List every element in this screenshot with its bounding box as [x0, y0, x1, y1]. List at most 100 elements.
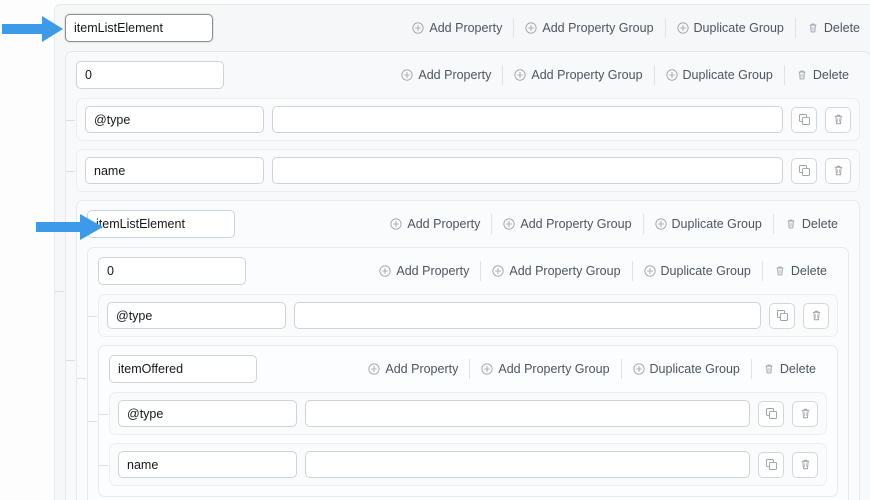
add-property-button-label: Add Property [396, 264, 470, 278]
duplicate-group-button[interactable]: Duplicate Group [631, 261, 762, 281]
duplicate-property-button[interactable] [758, 451, 784, 478]
plus-circle-icon [492, 265, 504, 277]
add-property-group-button-label: Add Property Group [498, 362, 610, 376]
tree-connector [66, 359, 75, 361]
property-key-input[interactable] [85, 106, 264, 133]
add-property-button-label: Add Property [385, 362, 459, 376]
delete-button[interactable]: Delete [772, 214, 849, 234]
delete-property-button[interactable] [792, 451, 818, 478]
add-property-button[interactable]: Add Property [390, 65, 502, 85]
add-property-group-button[interactable]: Add Property Group [513, 18, 664, 38]
property-group-key-input[interactable] [109, 355, 257, 383]
property-key-input[interactable] [118, 451, 297, 478]
trash-icon [765, 364, 773, 374]
tree-connector [99, 413, 108, 415]
add-property-group-button[interactable]: Add Property Group [491, 214, 642, 234]
trash-icon [834, 165, 842, 176]
plus-circle-icon [401, 69, 413, 81]
duplicate-property-button[interactable] [769, 302, 795, 329]
add-property-group-button[interactable]: Add Property Group [469, 359, 620, 379]
trash-icon [812, 310, 820, 321]
delete-button-label: Delete [790, 264, 827, 278]
plus-circle-icon [654, 218, 667, 230]
group-action-bar: Add Property Add Property Group Duplicate … [401, 18, 870, 38]
duplicate-group-button[interactable]: Duplicate Group [653, 65, 784, 85]
plus-circle-icon [390, 218, 402, 230]
add-property-group-button[interactable]: Add Property Group [480, 261, 631, 281]
plus-circle-icon [676, 22, 689, 34]
copy-icon [798, 165, 810, 176]
plus-circle-icon [503, 218, 515, 230]
add-property-button[interactable]: Add Property [401, 18, 513, 38]
property-group-children: Add Property Add Property Group Duplicate … [55, 51, 870, 500]
property-group-key-input[interactable] [98, 257, 246, 285]
duplicate-property-button[interactable] [791, 106, 817, 133]
property-key-input[interactable] [107, 302, 286, 329]
delete-button[interactable]: Delete [783, 65, 860, 85]
property-row [66, 98, 860, 141]
duplicate-property-button[interactable] [791, 157, 817, 184]
add-property-button[interactable]: Add Property [357, 359, 469, 379]
trash-icon [787, 219, 795, 229]
property-group: Add Property Add Property Group Duplicate … [54, 4, 870, 500]
property-group-key-input[interactable] [65, 14, 213, 42]
duplicate-group-button[interactable]: Duplicate Group [620, 359, 751, 379]
plus-circle-icon [525, 22, 537, 34]
group-action-bar: Add Property Add Property Group Duplicate … [357, 359, 827, 379]
duplicate-group-button-label: Duplicate Group [671, 217, 762, 231]
delete-property-button[interactable] [825, 157, 851, 184]
duplicate-group-button-label: Duplicate Group [682, 68, 773, 82]
property-row [88, 294, 838, 337]
add-property-group-button-label: Add Property Group [531, 68, 643, 82]
trash-icon [834, 114, 842, 125]
tree-connector [66, 119, 75, 121]
add-property-button-label: Add Property [429, 21, 503, 35]
delete-property-button[interactable] [825, 106, 851, 133]
property-group-header: Add Property Add Property Group Duplicate … [76, 60, 860, 90]
add-property-button[interactable]: Add Property [368, 261, 480, 281]
property-value-input[interactable] [305, 400, 750, 427]
add-property-button-label: Add Property [418, 68, 492, 82]
property-value-input[interactable] [305, 451, 750, 478]
duplicate-property-button[interactable] [758, 400, 784, 427]
property-group-children: Add Property Add Property Group Duplicate … [88, 294, 838, 497]
property-value-input[interactable] [272, 157, 783, 184]
delete-property-button[interactable] [803, 302, 829, 329]
duplicate-group-button-label: Duplicate Group [649, 362, 740, 376]
delete-button[interactable]: Delete [750, 359, 827, 379]
duplicate-group-button[interactable]: Duplicate Group [664, 18, 795, 38]
property-group-header: Add Property Add Property Group Duplicate … [98, 256, 838, 286]
delete-button[interactable]: Delete [761, 261, 838, 281]
property-value-input[interactable] [272, 106, 783, 133]
property-group-children: Add Property Add Property Group Duplicate … [77, 247, 849, 500]
delete-button-label: Delete [823, 21, 860, 35]
property-value-input[interactable] [294, 302, 761, 329]
property-group-header: Add Property Add Property Group Duplicate … [109, 354, 827, 384]
property-key-input[interactable] [118, 400, 297, 427]
duplicate-group-button-label: Duplicate Group [693, 21, 784, 35]
plus-circle-icon [481, 363, 493, 375]
tree-connector [66, 170, 75, 172]
plus-circle-icon [665, 69, 678, 81]
delete-property-button[interactable] [792, 400, 818, 427]
delete-button[interactable]: Delete [794, 18, 870, 38]
property-group-key-input[interactable] [76, 61, 224, 89]
plus-circle-icon [412, 22, 424, 34]
trash-icon [776, 266, 784, 276]
copy-icon [798, 114, 810, 125]
property-group-children: Add Property Add Property Group Duplicate … [66, 98, 860, 500]
trash-icon [809, 23, 817, 33]
add-property-button[interactable]: Add Property [379, 214, 491, 234]
plus-circle-icon [643, 265, 656, 277]
tree-connector [88, 421, 97, 422]
property-group-key-input[interactable] [87, 210, 235, 238]
tree-connector [88, 315, 97, 317]
duplicate-group-button-label: Duplicate Group [660, 264, 751, 278]
duplicate-group-button[interactable]: Duplicate Group [642, 214, 773, 234]
add-property-button-label: Add Property [407, 217, 481, 231]
group-action-bar: Add Property Add Property Group Duplicate … [368, 261, 838, 281]
add-property-group-button[interactable]: Add Property Group [502, 65, 653, 85]
copy-icon [765, 408, 777, 419]
property-group-editor: Add Property Add Property Group Duplicate … [0, 0, 870, 500]
property-key-input[interactable] [85, 157, 264, 184]
